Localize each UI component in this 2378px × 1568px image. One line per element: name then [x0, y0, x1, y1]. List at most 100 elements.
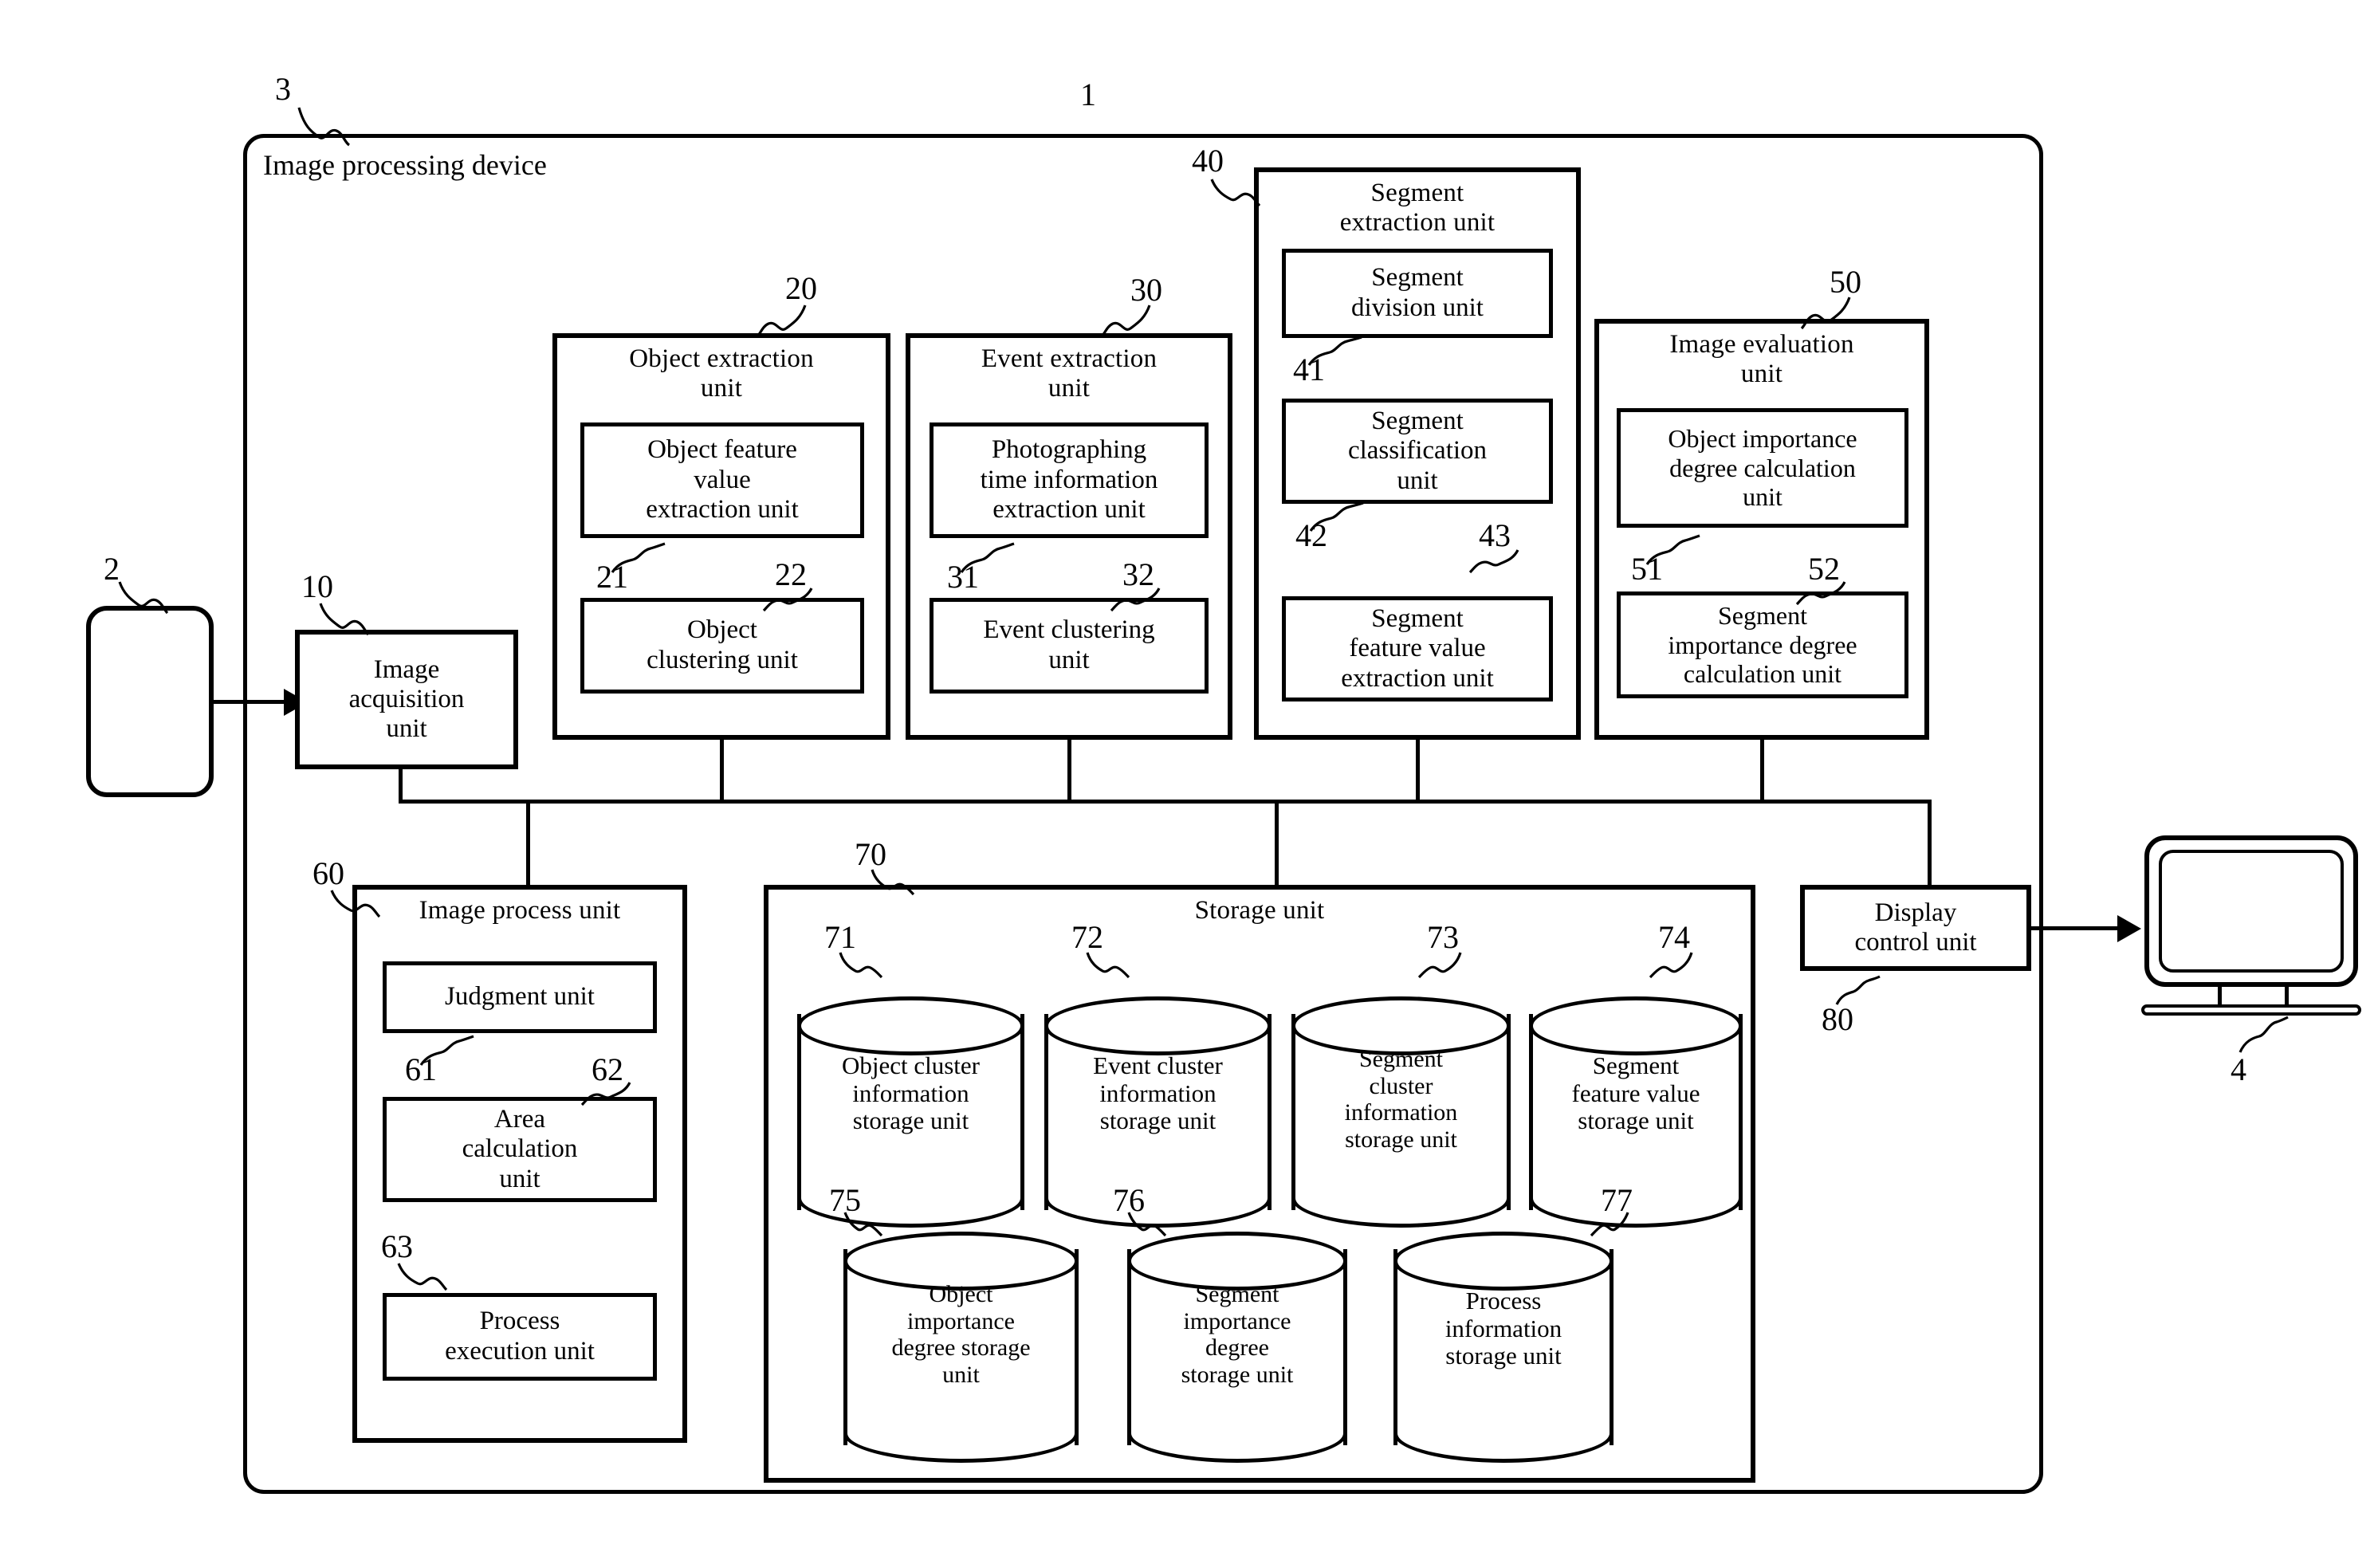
- image-acquisition-unit-label: Image acquisition unit: [348, 655, 465, 743]
- leader-40: [1210, 179, 1261, 207]
- arrow-display-control-to-monitor: [2031, 926, 2124, 930]
- process-information-storage-unit-label: Process information storage unit: [1444, 1287, 1562, 1370]
- leader-4: [2238, 1016, 2289, 1053]
- object-importance-degree-storage-unit[interactable]: Object importance degree storage unit: [843, 1232, 1079, 1463]
- leader-30: [1100, 305, 1151, 338]
- leader-31: [960, 542, 1015, 573]
- bus-drop-to-display-control: [1928, 800, 1932, 887]
- ref-40: 40: [1192, 143, 1224, 179]
- leader-75: [843, 1212, 883, 1237]
- leader-41: [1307, 336, 1362, 366]
- cylinder-mask: [1397, 1401, 1610, 1433]
- object-extraction-unit-title: Object extraction unit: [629, 344, 814, 403]
- process-information-storage-unit[interactable]: Process information storage unit: [1393, 1232, 1614, 1463]
- leader-32: [1110, 588, 1161, 612]
- cylinder-top: [797, 996, 1024, 1055]
- object-importance-degree-storage-unit-label: Object importance degree storage unit: [891, 1281, 1031, 1388]
- object-importance-degree-calculation-unit[interactable]: Object importance degree calculation uni…: [1617, 408, 1908, 528]
- leader-21: [611, 542, 666, 573]
- cylinder-mask: [1048, 1166, 1268, 1198]
- image-evaluation-unit-title: Image evaluation unit: [1669, 330, 1854, 388]
- display-device: [2141, 835, 2361, 1019]
- bus-drop-object: [720, 740, 724, 802]
- leader-63: [397, 1263, 448, 1291]
- segment-classification-unit-label: Segment classification unit: [1347, 406, 1488, 495]
- judgment-unit[interactable]: Judgment unit: [383, 961, 657, 1033]
- leader-76: [1127, 1212, 1167, 1237]
- leader-43: [1468, 549, 1519, 574]
- leader-70: [871, 869, 915, 896]
- object-cluster-information-storage-unit-label: Object cluster information storage unit: [841, 1051, 980, 1135]
- display-control-unit[interactable]: Display control unit: [1800, 885, 2031, 971]
- monitor-screen-outer: [2144, 835, 2358, 987]
- leader-73: [1417, 952, 1462, 979]
- arrow-input-to-acquisition: [214, 700, 290, 704]
- leader-3: [297, 107, 351, 147]
- leader-72: [1086, 952, 1130, 979]
- cylinder-top: [1044, 996, 1272, 1055]
- photographing-time-information-extraction-unit-label: Photographing time information extractio…: [980, 435, 1158, 525]
- leader-77: [1590, 1212, 1629, 1237]
- leader-80: [1835, 975, 1881, 1005]
- leader-60: [330, 890, 381, 918]
- object-clustering-unit-label: Object clustering unit: [647, 615, 798, 674]
- leader-20: [756, 305, 807, 338]
- event-cluster-information-storage-unit[interactable]: Event cluster information storage unit: [1044, 996, 1272, 1228]
- leader-50: [1800, 297, 1851, 330]
- segment-classification-unit[interactable]: Segment classification unit: [1282, 399, 1553, 504]
- cylinder-mask: [847, 1401, 1075, 1433]
- leader-2: [118, 581, 169, 615]
- image-acquisition-unit[interactable]: Image acquisition unit: [295, 630, 518, 769]
- event-clustering-unit-label: Event clustering unit: [983, 615, 1155, 674]
- segment-importance-degree-storage-unit[interactable]: Segment importance degree storage unit: [1127, 1232, 1347, 1463]
- event-extraction-unit-title: Event extraction unit: [981, 344, 1158, 403]
- cylinder-mask: [1295, 1166, 1507, 1198]
- leader-42: [1309, 501, 1364, 532]
- display-control-unit-label: Display control unit: [1854, 898, 1977, 957]
- main-bus: [399, 800, 1932, 804]
- leader-52: [1795, 581, 1846, 606]
- object-feature-value-extraction-unit-label: Object feature value extraction unit: [646, 435, 799, 525]
- photographing-time-information-extraction-unit[interactable]: Photographing time information extractio…: [930, 422, 1209, 538]
- leader-74: [1649, 952, 1693, 979]
- figure-canvas: Image processing device 1 3 2 Image acqu…: [0, 0, 2378, 1568]
- segment-division-unit[interactable]: Segment division unit: [1282, 249, 1553, 338]
- monitor-screen-inner: [2159, 850, 2344, 973]
- leader-22: [762, 588, 813, 612]
- leader-71: [839, 952, 883, 979]
- image-processing-device-title: Image processing device: [263, 149, 547, 181]
- bus-drop-to-process: [526, 800, 530, 886]
- ref-1: 1: [1080, 77, 1096, 112]
- leader-62: [580, 1082, 631, 1106]
- event-cluster-information-storage-unit-label: Event cluster information storage unit: [1093, 1051, 1223, 1135]
- bus-drop-acquisition: [399, 769, 403, 803]
- bus-drop-event: [1067, 740, 1071, 802]
- segment-feature-value-extraction-unit[interactable]: Segment feature value extraction unit: [1282, 596, 1553, 701]
- arrow-head-monitor: [2117, 915, 2141, 942]
- segment-extraction-unit-title: Segment extraction unit: [1339, 179, 1496, 237]
- cylinder-mask: [1131, 1401, 1343, 1433]
- object-feature-value-extraction-unit[interactable]: Object feature value extraction unit: [580, 422, 864, 538]
- process-execution-unit-label: Process execution unit: [445, 1307, 595, 1366]
- ref-4: 4: [2231, 1051, 2246, 1087]
- segment-cluster-information-storage-unit-label: Segment cluster information storage unit: [1344, 1046, 1458, 1153]
- segment-feature-value-storage-unit-label: Segment feature value storage unit: [1571, 1051, 1700, 1135]
- cylinder-mask: [1533, 1166, 1739, 1198]
- process-execution-unit[interactable]: Process execution unit: [383, 1293, 657, 1381]
- bus-drop-evaluation: [1760, 740, 1764, 802]
- segment-feature-value-extraction-unit-label: Segment feature value extraction unit: [1341, 603, 1494, 693]
- leader-51: [1645, 534, 1700, 565]
- segment-division-unit-label: Segment division unit: [1351, 263, 1484, 322]
- image-process-unit-title: Image process unit: [419, 896, 621, 925]
- object-importance-degree-calculation-unit-label: Object importance degree calculation uni…: [1668, 424, 1857, 512]
- leader-10: [319, 603, 370, 636]
- segment-feature-value-storage-unit[interactable]: Segment feature value storage unit: [1529, 996, 1743, 1228]
- cylinder-top: [1393, 1232, 1614, 1291]
- segment-cluster-information-storage-unit[interactable]: Segment cluster information storage unit: [1291, 996, 1511, 1228]
- cylinder-top: [1529, 996, 1743, 1055]
- ref-3: 3: [275, 71, 291, 107]
- bus-drop-to-storage: [1275, 800, 1279, 886]
- input-device: [86, 606, 214, 797]
- leader-61: [419, 1035, 474, 1066]
- bus-drop-segment: [1416, 740, 1420, 802]
